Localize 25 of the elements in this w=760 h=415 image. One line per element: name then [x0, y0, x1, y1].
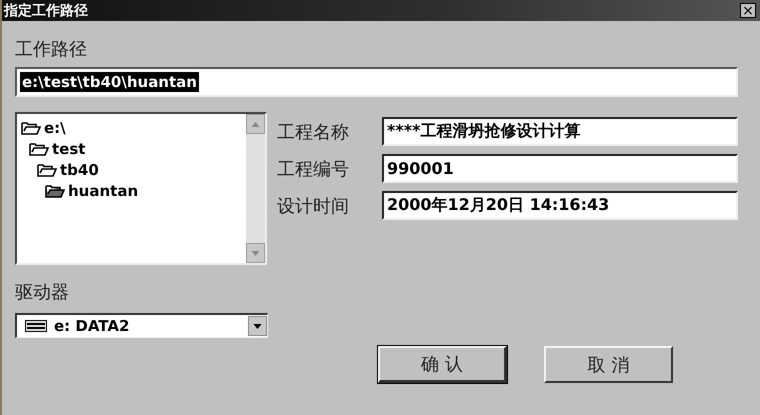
field-label: 设计时间	[277, 194, 350, 218]
folder-name[interactable]: tb40	[60, 160, 99, 178]
drive-dropdown[interactable]: e: DATA2	[15, 313, 268, 338]
dropdown-arrow-icon[interactable]	[253, 324, 262, 328]
path-label: 工作路径	[15, 38, 88, 62]
field-label: 工程名称	[277, 120, 350, 144]
folder-name[interactable]: test	[52, 140, 86, 158]
folder-name[interactable]: huantan	[68, 182, 138, 200]
path-field[interactable]: e:\test\tb40\huantan	[15, 67, 738, 97]
input-field[interactable]: ****工程滑坍抢修设计计算	[382, 117, 738, 146]
drive-icon	[25, 320, 47, 332]
window-title: 指定工作路径	[4, 2, 88, 20]
scroll-down-icon[interactable]	[251, 250, 260, 256]
input-field[interactable]: 2000年12月20日 14:16:43	[382, 191, 738, 220]
scroll-bar[interactable]	[246, 114, 265, 263]
path-text: e:\test\tb40\huantan	[20, 72, 199, 92]
scroll-up-icon[interactable]	[251, 122, 260, 126]
cancel-button[interactable]: 取 消	[544, 346, 673, 383]
input-field[interactable]: 990001	[382, 154, 738, 183]
folder-name[interactable]: e:\	[44, 118, 66, 136]
close-button[interactable]: ×	[740, 3, 756, 18]
drive-label: 驱动器	[15, 281, 70, 305]
ok-button[interactable]: 确 认	[378, 346, 507, 383]
field-label: 工程编号	[277, 158, 350, 180]
directory-list[interactable]: e:\ test tb40 huantan	[15, 112, 267, 265]
